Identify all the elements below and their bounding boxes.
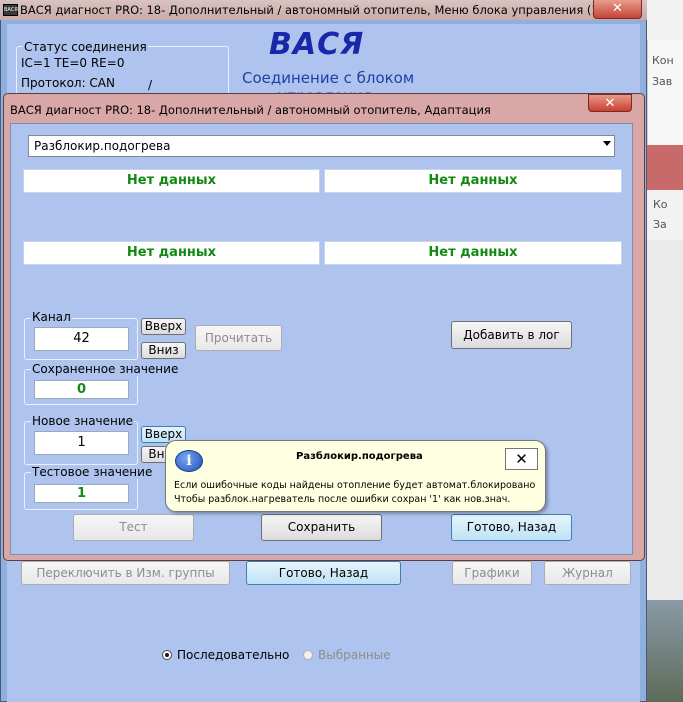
radio-sequential[interactable] (162, 650, 172, 660)
channel-label: Канал (31, 310, 72, 324)
channel-name-dropdown[interactable]: Разблокир.подогрева (28, 135, 615, 157)
nodata-field-3: Нет данных (23, 241, 320, 265)
protocol-slash: / (148, 78, 153, 92)
graphs-button[interactable]: Графики (452, 561, 532, 585)
main-done-back-button[interactable]: Готово, Назад (246, 561, 401, 585)
strip-red-bar (647, 145, 683, 190)
main-window-titlebar[interactable]: ВАСЯ ВАСЯ диагност PRO: 18- Дополнительн… (0, 0, 647, 20)
switch-groups-button[interactable]: Переключить в Изм. группы (21, 561, 230, 585)
chevron-down-icon (603, 141, 611, 146)
nodata-field-1: Нет данных (23, 169, 320, 193)
main-window-close-button[interactable]: ✕ (593, 0, 642, 19)
nodata-field-2: Нет данных (324, 169, 622, 193)
saved-value-label: Сохраненное значение (31, 362, 180, 376)
strip-photo (647, 600, 683, 702)
channel-input[interactable]: 42 (34, 327, 129, 351)
read-button[interactable]: Прочитать (195, 325, 282, 351)
connection-text: Соединение с блоком (242, 69, 415, 87)
save-button[interactable]: Сохранить (261, 514, 382, 541)
dialog-title: ВАСЯ диагност PRO: 18- Дополнительный / … (10, 103, 491, 117)
connection-status-label: Статус соединения (23, 40, 148, 54)
channel-down-button[interactable]: Вниз (141, 342, 186, 359)
add-log-button[interactable]: Добавить в лог (451, 321, 572, 349)
connection-protocol: Протокол: CAN (21, 76, 115, 90)
dropdown-value: Разблокир.подогрева (34, 139, 171, 153)
info-icon: i (175, 450, 203, 472)
right-background-window: Кон Зав Ко За (647, 0, 683, 702)
tooltip-close-button[interactable]: ✕ (505, 448, 538, 470)
tooltip-line-2: Чтобы разблок.нагреватель после ошибки с… (174, 494, 511, 505)
channel-up-button[interactable]: Вверх (141, 318, 186, 335)
saved-value-field: 0 (34, 380, 129, 399)
strip-item-1[interactable]: Кон (652, 54, 674, 67)
tooltip-line-1: Если ошибочные коды найдены отопление бу… (174, 480, 536, 491)
strip-panel-2: Ко За (647, 190, 683, 240)
close-icon: ✕ (612, 1, 623, 16)
journal-button[interactable]: Журнал (544, 561, 631, 585)
new-value-input[interactable]: 1 (34, 431, 129, 455)
radio-selected[interactable] (303, 650, 313, 660)
tooltip-title: Разблокир.подогрева (296, 451, 423, 462)
strip-item-4[interactable]: За (653, 218, 667, 231)
test-value-field: 1 (34, 484, 129, 503)
vasya-logo: ВАСЯ (269, 27, 365, 62)
close-icon: ✕ (515, 450, 528, 468)
test-value-label: Тестовое значение (31, 465, 154, 479)
radio-sequential-label: Последовательно (177, 648, 290, 662)
strip-panel: Кон Зав (647, 40, 683, 145)
close-icon: ✕ (604, 96, 616, 111)
radio-selected-label: Выбранные (318, 648, 391, 662)
info-tooltip: i Разблокир.подогрева ✕ Если ошибочные к… (165, 440, 546, 512)
strip-top (647, 0, 683, 40)
test-button[interactable]: Тест (73, 514, 194, 541)
done-back-button[interactable]: Готово, Назад (451, 514, 572, 541)
dialog-close-button[interactable]: ✕ (588, 94, 632, 112)
strip-item-2[interactable]: Зав (652, 75, 672, 88)
app-icon: ВАСЯ (3, 4, 18, 16)
main-window-title: ВАСЯ диагност PRO: 18- Дополнительный / … (20, 3, 637, 17)
nodata-field-4: Нет данных (324, 241, 622, 265)
new-value-label: Новое значение (31, 414, 135, 428)
strip-item-3[interactable]: Ко (653, 198, 668, 211)
connection-status-counters: IC=1 TE=0 RE=0 (21, 56, 125, 70)
